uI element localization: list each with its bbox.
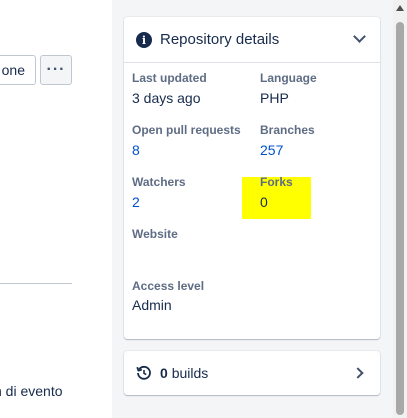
open-pull-requests-link[interactable]: 8 (132, 142, 140, 158)
branches-label: Branches (260, 123, 315, 137)
builds-card[interactable]: 0 builds (124, 351, 380, 395)
language-label: Language (260, 71, 317, 85)
builds-text: 0 builds (160, 365, 208, 381)
last-updated-label: Last updated (132, 71, 207, 85)
info-icon: i (136, 32, 152, 48)
history-icon (136, 365, 151, 380)
access-level-label: Access level (132, 279, 205, 293)
website-label: Website (132, 227, 178, 241)
chevron-down-icon[interactable] (353, 30, 366, 43)
divider (0, 283, 72, 284)
chevron-right-icon (352, 367, 364, 379)
main-content-pane: one ··· n di evento (0, 0, 112, 418)
last-updated-value: 3 days ago (132, 90, 201, 106)
builds-count: 0 (160, 365, 168, 381)
builds-label: builds (171, 365, 209, 381)
event-text: n di evento (0, 383, 63, 399)
scroll-up-icon[interactable] (396, 5, 404, 11)
scrollbar-thumb[interactable] (396, 22, 404, 415)
more-actions-button[interactable]: ··· (40, 55, 72, 85)
card-title: Repository details (160, 31, 280, 48)
forks-value: 0 (260, 194, 268, 210)
watchers-label: Watchers (132, 175, 186, 189)
repository-details-header[interactable]: i Repository details (124, 17, 380, 63)
forks-label: Forks (260, 175, 293, 189)
open-pull-requests-label: Open pull requests (132, 123, 241, 137)
access-level-value: Admin (132, 297, 172, 313)
branches-link[interactable]: 257 (260, 142, 283, 158)
watchers-link[interactable]: 2 (132, 194, 140, 210)
clone-button-label: one (1, 62, 25, 78)
scrollbar[interactable] (393, 0, 407, 418)
clone-button[interactable]: one (0, 55, 36, 85)
language-value: PHP (260, 90, 289, 106)
ellipsis-icon: ··· (46, 61, 66, 78)
